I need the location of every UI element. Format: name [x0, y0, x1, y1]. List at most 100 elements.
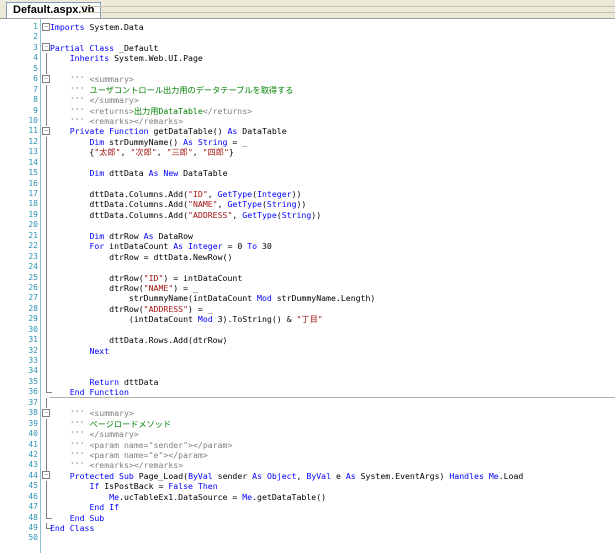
code-line[interactable]: 47 End If — [0, 502, 615, 513]
code-line[interactable]: 31 dttData.Rows.Add(dtrRow) — [0, 335, 615, 346]
code-token: "太郎" — [94, 147, 121, 158]
code-line[interactable]: 33 — [0, 356, 615, 367]
code-line[interactable]: 23 dtrRow = dttData.NewRow() — [0, 251, 615, 263]
line-number: 21 — [28, 230, 38, 240]
code-line[interactable]: 24 — [0, 262, 615, 273]
code-line[interactable]: 41 ''' <param name="sender"></param> — [0, 439, 615, 450]
line-number: 1 — [33, 22, 38, 31]
code-text: ''' ページロードメソッド — [50, 419, 171, 429]
code-text: ''' <remarks></remarks> — [50, 116, 183, 126]
code-text: Me.ucTableEx1.DataSource = Me.getDataTab… — [50, 492, 326, 502]
code-line[interactable]: 13 {"太郎", "次郎", "三郎", "四郎"} — [0, 147, 615, 158]
code-line[interactable]: 12 Dim strDummyName() As String = _ — [0, 136, 615, 148]
code-line[interactable]: 16 — [0, 178, 615, 189]
code-token: <param name="sender"></param> — [89, 439, 233, 450]
code-line[interactable]: 20 — [0, 220, 615, 231]
code-line[interactable]: 26 dtrRow("NAME") = _ — [0, 282, 615, 294]
code-line[interactable]: 38− ''' <summary> — [0, 408, 615, 418]
code-token: <param name="e"></param> — [89, 449, 208, 460]
code-line[interactable]: 48 End Sub — [0, 512, 615, 523]
code-line[interactable]: 45 If IsPostBack = False Then — [0, 481, 615, 492]
code-line[interactable]: 4 Inherits System.Web.UI.Page — [0, 53, 615, 64]
code-token: Handles — [449, 470, 484, 481]
code-text: End Sub — [50, 513, 105, 523]
code-token: DataTable — [178, 168, 228, 179]
code-token: <remarks></remarks> — [89, 460, 184, 471]
code-line[interactable]: 10 ''' <remarks></remarks> — [0, 115, 615, 127]
code-token: dtrRow( — [50, 282, 144, 293]
code-token: As — [227, 126, 238, 137]
code-line[interactable]: 29 (intDataCount Mod 3).ToString() & "丁目… — [0, 314, 615, 325]
code-line[interactable]: 21 Dim dtrRow As DataRow — [0, 230, 615, 242]
code-token: ユーザコントロール出力用のデータテーブルを取得する — [84, 84, 294, 95]
code-token: 出力用DataTable — [133, 105, 203, 116]
code-line[interactable]: 50 — [0, 533, 615, 543]
code-line[interactable]: 8 ''' </summary> — [0, 95, 615, 106]
line-number: 46 — [28, 491, 38, 501]
code-token: DataRow — [153, 230, 193, 241]
code-token: , — [120, 147, 131, 158]
code-line[interactable]: 1− Imports System.Data — [0, 22, 615, 32]
code-token: </summary> — [89, 429, 139, 440]
code-token: Inherits — [69, 53, 110, 64]
code-token: "ID" — [188, 189, 208, 199]
line-number: 43 — [28, 460, 38, 470]
code-text: ''' <remarks></remarks> — [50, 460, 183, 470]
code-line[interactable]: 42 ''' <param name="e"></param> — [0, 449, 615, 461]
code-line[interactable]: 15 Dim dttData As New DataTable — [0, 168, 615, 179]
code-line[interactable]: 43 ''' <remarks></remarks> — [0, 460, 615, 471]
outline-bar — [42, 397, 52, 409]
code-token: GetType — [227, 199, 262, 210]
line-number: 35 — [28, 376, 38, 386]
code-token: )) — [311, 209, 322, 220]
line-number: 29 — [28, 314, 38, 324]
code-text: Inherits System.Web.UI.Page — [50, 53, 203, 63]
code-token: ''' — [69, 439, 85, 450]
code-line[interactable]: 27 strDummyName(intDataCount Mod strDumm… — [0, 293, 615, 304]
code-line[interactable]: 14 — [0, 157, 615, 169]
code-line[interactable]: 28 dtrRow("ADDRESS") = _ — [0, 303, 615, 315]
code-line[interactable]: 7 ''' ユーザコントロール出力用のデータテーブルを取得する — [0, 84, 615, 96]
code-line[interactable]: 3− Partial Class _Default — [0, 43, 615, 53]
code-line[interactable]: 2 — [0, 32, 615, 42]
code-line[interactable]: 30 — [0, 324, 615, 336]
code-token: As — [345, 470, 356, 481]
code-text: dttData.Columns.Add("NAME", GetType(Stri… — [50, 199, 306, 209]
code-line[interactable]: 36 End Function — [0, 387, 615, 398]
code-token: New — [163, 168, 179, 179]
code-line[interactable]: 35 Return dttData — [0, 376, 615, 388]
code-line[interactable]: 34 — [0, 366, 615, 377]
code-line[interactable]: 40 ''' </summary> — [0, 429, 615, 440]
code-token: sender — [212, 470, 253, 481]
code-line[interactable]: 5 — [0, 63, 615, 75]
code-line[interactable]: 25 dtrRow("ID") = intDataCount — [0, 272, 615, 283]
code-line[interactable]: 32 Next — [0, 345, 615, 356]
outline-bar — [42, 366, 52, 377]
code-line[interactable]: 22 For intDataCount As Integer = 0 To 30 — [0, 241, 615, 252]
code-line[interactable]: 44− Protected Sub Page_Load(ByVal sender… — [0, 471, 615, 481]
code-line[interactable]: 46 Me.ucTableEx1.DataSource = Me.getData… — [0, 491, 615, 503]
code-token: = 0 — [222, 241, 248, 252]
code-line[interactable]: 18 dttData.Columns.Add("NAME", GetType(S… — [0, 199, 615, 210]
outline-bar — [42, 63, 52, 75]
code-line[interactable]: 6− ''' <summary> — [0, 74, 615, 84]
code-editor[interactable]: 1− Imports System.Data 2 3− Partial Class _D… — [0, 19, 615, 553]
code-line[interactable]: 37 — [0, 397, 615, 409]
line-number: 33 — [28, 356, 38, 365]
code-token: , — [156, 147, 167, 158]
code-token: strDummyName(intDataCount — [50, 293, 258, 304]
code-line[interactable]: 11− Private Function getDataTable() As D… — [0, 126, 615, 136]
code-token: ByVal — [306, 470, 332, 481]
code-token: Dim — [89, 168, 105, 179]
code-line[interactable]: 19 dttData.Columns.Add("ADDRESS", GetTyp… — [0, 209, 615, 221]
code-line[interactable]: 17 dttData.Columns.Add("ID", GetType(Int… — [0, 189, 615, 200]
code-line[interactable]: 9 ''' <returns>出力用DataTable</returns> — [0, 105, 615, 116]
code-line[interactable]: 39 ''' ページロードメソッド — [0, 418, 615, 430]
line-number: 10 — [28, 115, 38, 125]
code-line[interactable]: 49 End Class — [0, 523, 615, 533]
